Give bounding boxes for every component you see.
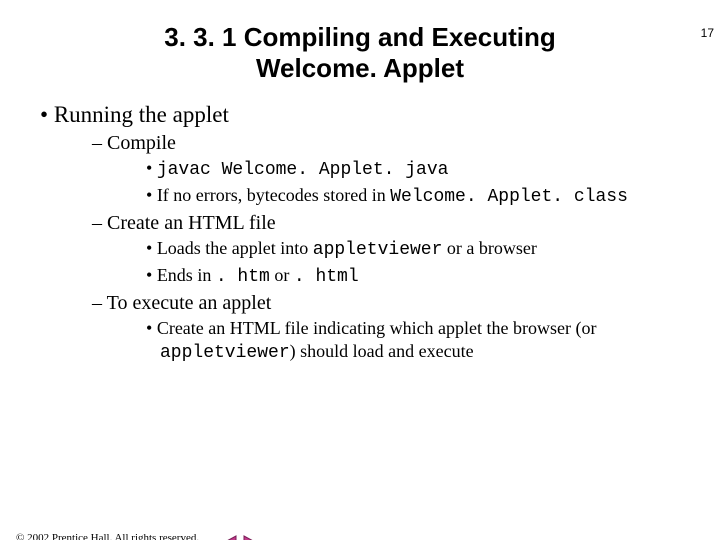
bullet-text: Loads the applet into: [157, 238, 313, 258]
bullet-text: Compile: [107, 132, 176, 154]
bullet-text: Running the applet: [54, 102, 229, 127]
nav-arrows: [220, 534, 260, 540]
bullet-to-execute: To execute an applet Create an HTML file…: [92, 292, 690, 364]
code-text: appletviewer: [313, 240, 443, 260]
bullet-text: or: [270, 265, 294, 285]
bullet-compile: Compile javac Welcome. Applet. java If n…: [92, 132, 690, 208]
bullet-text: Ends in: [157, 265, 216, 285]
bullet-text: or a browser: [442, 238, 536, 258]
title-line-1: 3. 3. 1 Compiling and Executing: [164, 22, 556, 52]
bullet-create-html-file: Create an HTML file indicating which app…: [144, 317, 690, 364]
bullet-text: ) should load and execute: [290, 341, 474, 361]
bullet-text: Create an HTML file indicating which app…: [157, 318, 597, 338]
bullet-text: To execute an applet: [107, 292, 272, 314]
bullet-create-html: Create an HTML file Loads the applet int…: [92, 212, 690, 288]
title-line-2: Welcome. Applet: [256, 53, 464, 83]
next-arrow-icon[interactable]: [242, 534, 260, 540]
bullet-ends-in: Ends in . htm or . html: [144, 264, 690, 289]
code-text: . html: [294, 267, 359, 287]
page-number: 17: [701, 26, 714, 40]
prev-arrow-icon[interactable]: [220, 534, 242, 540]
bullet-bytecodes: If no errors, bytecodes stored in Welcom…: [144, 184, 690, 209]
slide-body: Running the applet Compile javac Welcome…: [30, 102, 690, 364]
bullet-loads-applet: Loads the applet into appletviewer or a …: [144, 237, 690, 262]
bullet-running-applet: Running the applet Compile javac Welcome…: [30, 102, 690, 364]
code-text: javac Welcome. Applet. java: [157, 160, 449, 180]
bullet-javac-command: javac Welcome. Applet. java: [144, 157, 690, 182]
code-text: Welcome. Applet. class: [390, 187, 628, 207]
slide-title: 3. 3. 1 Compiling and Executing Welcome.…: [140, 22, 580, 84]
code-text: appletviewer: [160, 343, 290, 363]
bullet-text: If no errors, bytecodes stored in: [157, 185, 390, 205]
copyright-footer: © 2002 Prentice Hall. All rights reserve…: [16, 532, 199, 540]
bullet-text: Create an HTML file: [107, 212, 276, 234]
code-text: . htm: [216, 267, 270, 287]
